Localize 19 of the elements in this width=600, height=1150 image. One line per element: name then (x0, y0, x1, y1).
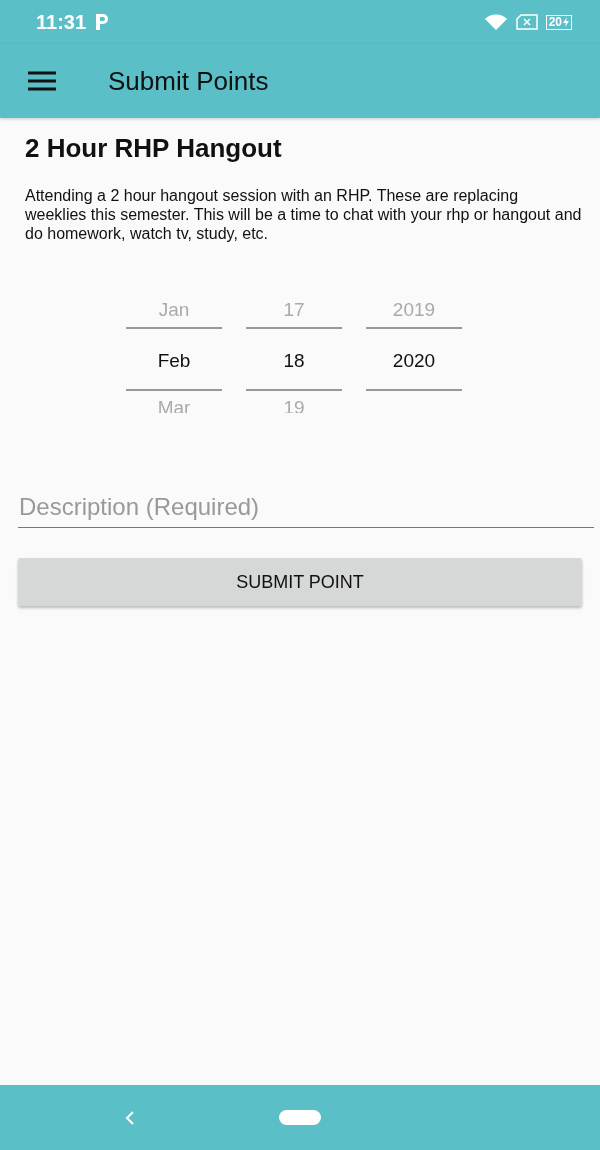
no-sim-icon (515, 14, 538, 30)
status-time: 11:31 (36, 10, 87, 34)
parking-icon (94, 13, 111, 31)
picker-value[interactable]: 2020 (366, 327, 462, 391)
picker-value[interactable]: 17 (246, 293, 342, 327)
event-description: Attending a 2 hour hangout session with an RHP. These are replacing weeklies this semester. This will be a time to chat with your rhp or hangout and do homework, watch tv, study, etc. (25, 186, 582, 243)
home-button[interactable] (279, 1110, 321, 1125)
battery-indicator: 20 (545, 14, 572, 30)
picker-value[interactable]: Feb (126, 327, 222, 391)
back-icon[interactable] (124, 1109, 136, 1126)
description-field[interactable]: Description (Required) (18, 489, 594, 528)
picker-value[interactable]: Jan (126, 293, 222, 327)
wifi-icon (483, 13, 508, 31)
picker-value[interactable]: 18 (246, 327, 342, 391)
event-title: 2 Hour RHP Hangout (25, 133, 283, 164)
screen-title: Submit Points (108, 65, 269, 97)
submit-button[interactable]: SUBMIT POINT (18, 558, 582, 606)
menu-button[interactable] (27, 71, 57, 91)
picker-value[interactable]: 2019 (366, 293, 462, 327)
